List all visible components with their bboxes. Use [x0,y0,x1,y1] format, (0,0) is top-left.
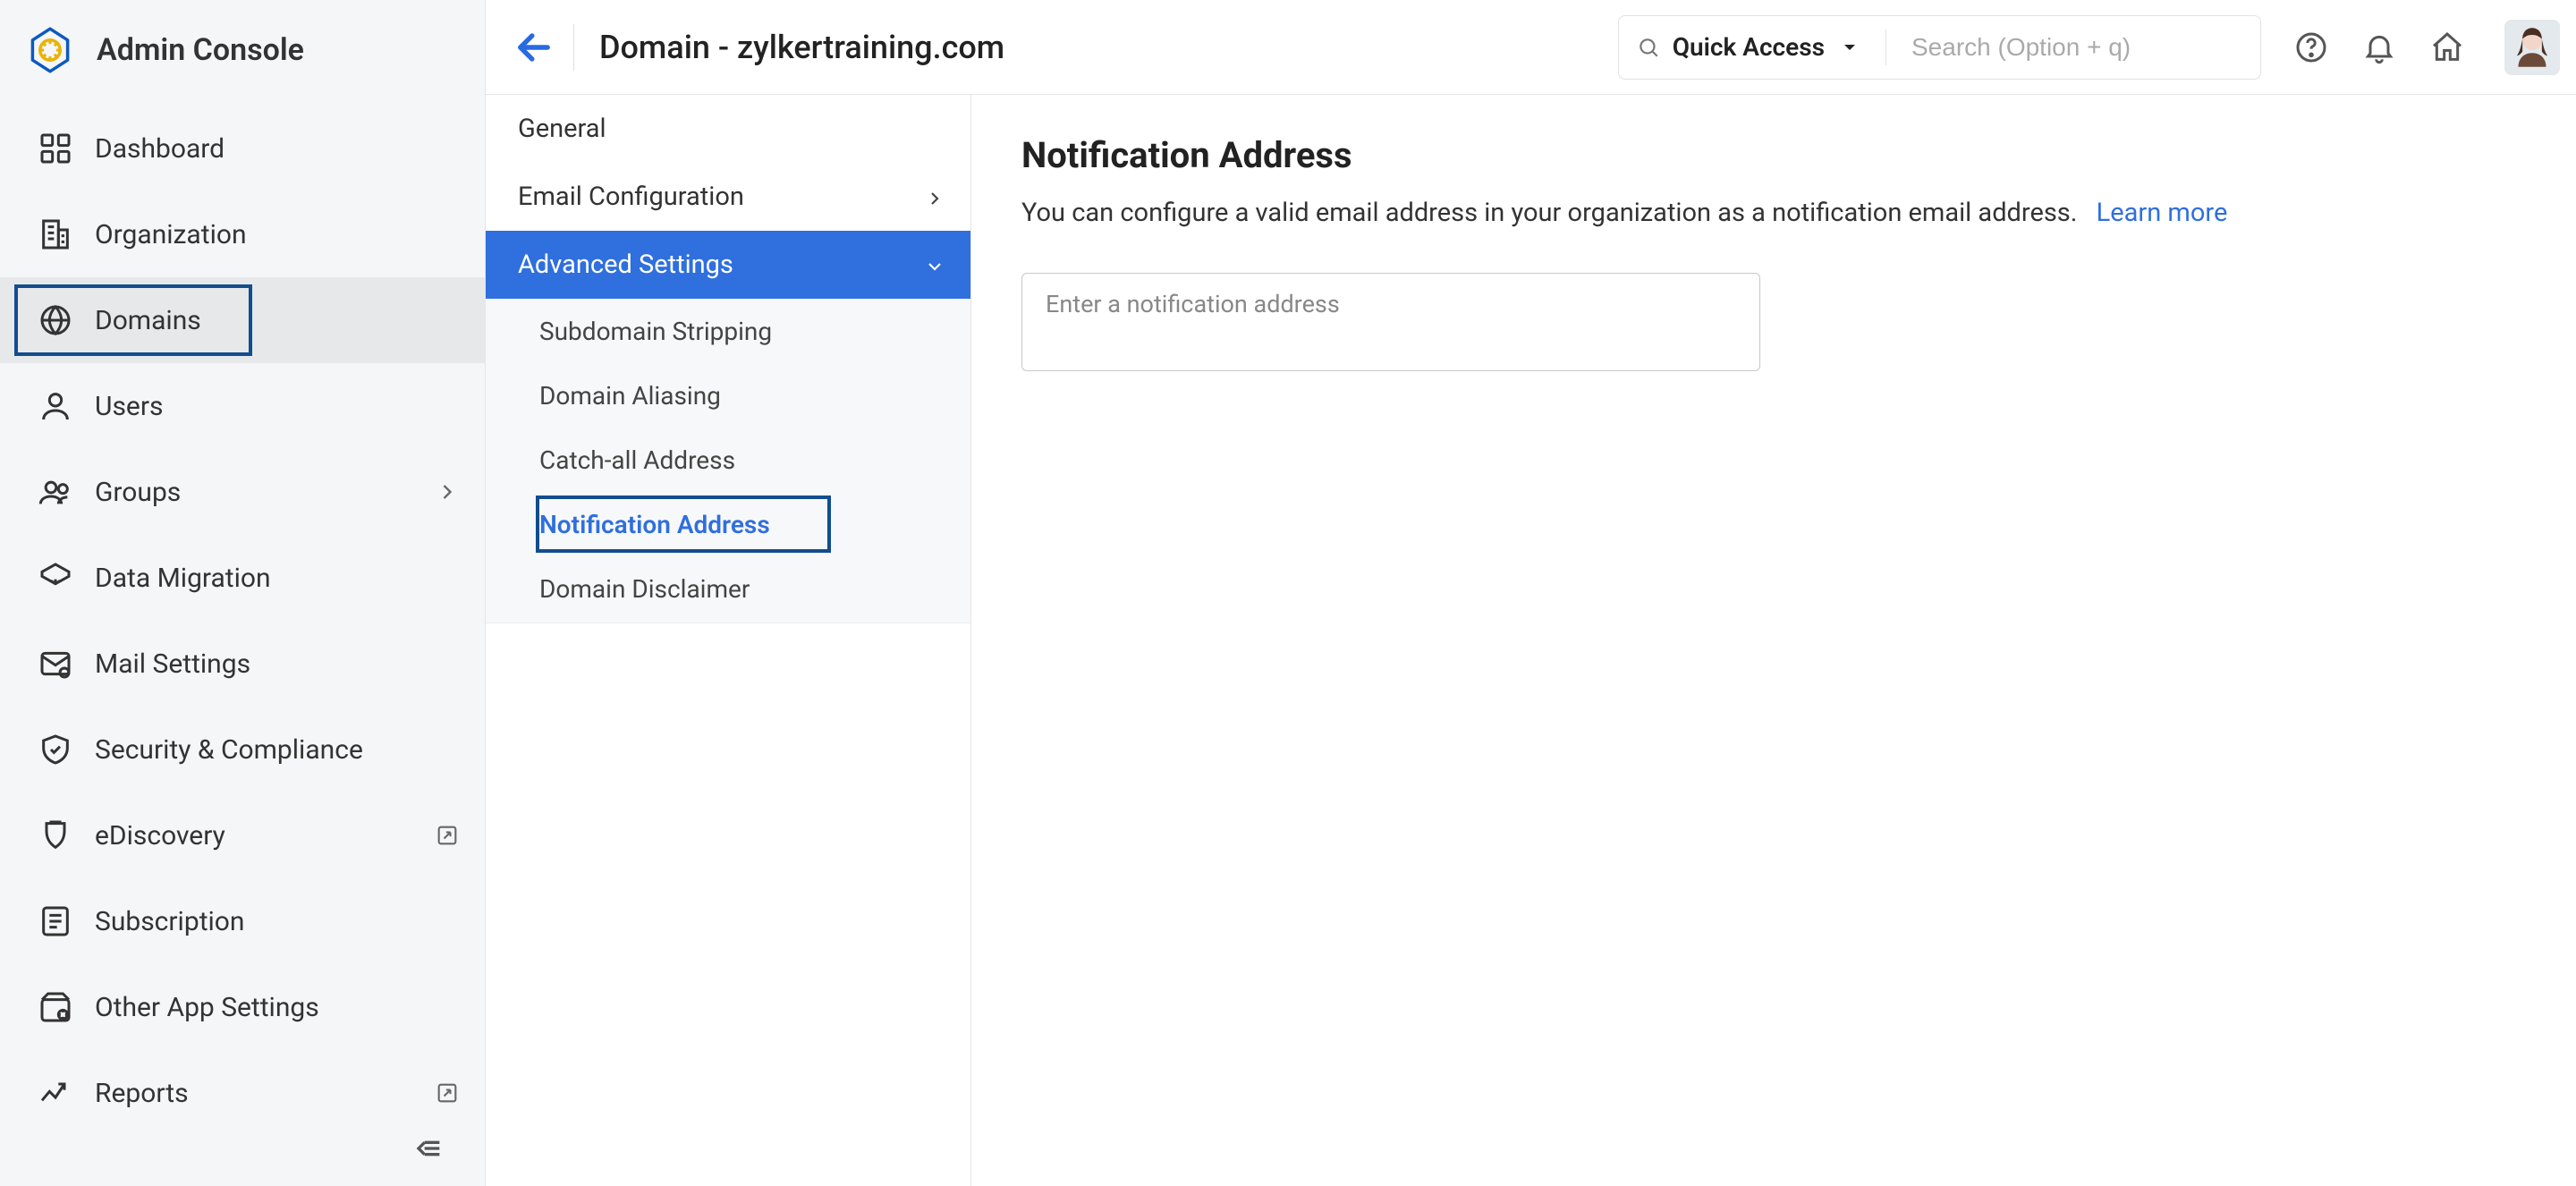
learn-more-link[interactable]: Learn more [2097,198,2228,228]
quick-search-bar: Quick Access [1618,15,2261,80]
app-title: Admin Console [97,32,304,68]
header-logo-row: Admin Console [0,0,485,106]
subnav-sub-catch-all-address[interactable]: Catch-all Address [486,428,970,492]
dashboard-icon [38,131,73,166]
reports-icon [38,1075,73,1111]
search-input[interactable] [1911,33,2242,62]
mail-settings-icon [38,646,73,682]
sidebar-item-organization[interactable]: Organization [0,191,485,277]
sidebar-item-label: Groups [95,477,413,508]
sidebar-item-label: eDiscovery [95,820,413,851]
notifications-button[interactable] [2361,30,2397,65]
notification-address-input[interactable] [1046,318,1736,347]
sidebar-item-groups[interactable]: Groups [0,449,485,535]
sidebar-item-users[interactable]: Users [0,363,485,449]
sidebar-nav: Dashboard Organization Domains Users Gro… [0,106,485,1136]
sidebar-item-mail-settings[interactable]: Mail Settings [0,621,485,707]
ediscovery-icon [38,817,73,853]
subnav-item-email-configuration[interactable]: Email Configuration [486,163,970,231]
user-avatar[interactable] [2504,20,2560,75]
sidebar-item-label: Security & Compliance [95,734,460,766]
subnav-label: Advanced Settings [518,250,733,280]
sidebar: Admin Console Dashboard Organization Dom… [0,0,486,1186]
divider [573,24,574,71]
migration-icon [38,560,73,596]
globe-icon [38,302,73,338]
sidebar-item-label: Mail Settings [95,648,460,680]
sidebar-item-ediscovery[interactable]: eDiscovery [0,792,485,878]
search-icon [1637,36,1660,59]
sidebar-item-reports[interactable]: Reports [0,1050,485,1136]
input-label: Enter a notification address [1046,290,1736,318]
external-link-icon [435,823,460,848]
subnav-sub-label: Notification Address [539,510,770,539]
subnav-label: Email Configuration [518,182,744,212]
subnav-sub-label: Subdomain Stripping [539,317,772,346]
settings-subnav: General Email Configuration Advanced Set… [486,95,971,1186]
caret-down-icon [1839,37,1860,58]
panel-description-text: You can configure a valid email address … [1021,198,2077,228]
subnav-label: General [518,114,606,144]
sidebar-item-other-app-settings[interactable]: Other App Settings [0,964,485,1050]
quick-access-dropdown[interactable]: Quick Access [1673,32,1825,62]
chevron-right-icon [435,479,460,504]
sidebar-item-label: Domains [95,305,460,336]
sidebar-item-label: Data Migration [95,563,460,594]
collapse-sidebar-button[interactable] [410,1131,445,1166]
sidebar-item-label: Users [95,391,460,422]
content-region: General Email Configuration Advanced Set… [486,95,2576,1186]
subnav-sub-label: Domain Disclaimer [539,574,750,604]
organization-icon [38,216,73,252]
subnav-item-advanced-settings[interactable]: Advanced Settings [486,231,970,299]
chevron-right-icon [924,186,945,208]
notification-address-field[interactable]: Enter a notification address [1021,273,1760,371]
subnav-sub-notification-address[interactable]: Notification Address [486,492,970,556]
sidebar-item-label: Other App Settings [95,992,460,1023]
sidebar-item-dashboard[interactable]: Dashboard [0,106,485,191]
panel-title: Notification Address [1021,134,2576,176]
sidebar-item-data-migration[interactable]: Data Migration [0,535,485,621]
advanced-settings-subgroup: Subdomain Stripping Domain Aliasing Catc… [486,299,970,623]
sidebar-item-label: Subscription [95,906,460,937]
shield-icon [38,732,73,767]
subnav-sub-label: Domain Aliasing [539,381,721,411]
sidebar-item-label: Organization [95,219,460,250]
divider [1885,30,1886,65]
subnav-sub-domain-disclaimer[interactable]: Domain Disclaimer [486,556,970,621]
subnav-sub-label: Catch-all Address [539,445,735,475]
home-button[interactable] [2429,30,2465,65]
groups-icon [38,474,73,510]
apps-icon [38,989,73,1025]
back-button[interactable] [511,24,557,71]
settings-panel: Notification Address You can configure a… [971,95,2576,1186]
sidebar-item-security[interactable]: Security & Compliance [0,707,485,792]
topbar: Domain - zylkertraining.com Quick Access [486,0,2576,95]
sidebar-item-label: Reports [95,1078,413,1109]
sidebar-item-subscription[interactable]: Subscription [0,878,485,964]
panel-description: You can configure a valid email address … [1021,198,2576,228]
external-link-icon [435,1080,460,1106]
sidebar-item-domains[interactable]: Domains [0,277,485,363]
help-button[interactable] [2293,30,2329,65]
chevron-down-icon [924,254,945,275]
main-region: Domain - zylkertraining.com Quick Access [486,0,2576,1186]
subnav-sub-domain-aliasing[interactable]: Domain Aliasing [486,363,970,428]
app-logo-icon [25,25,75,75]
user-icon [38,388,73,424]
page-title: Domain - zylkertraining.com [599,29,1004,66]
subnav-item-general[interactable]: General [486,95,970,163]
sidebar-item-label: Dashboard [95,133,460,165]
subnav-sub-subdomain-stripping[interactable]: Subdomain Stripping [486,299,970,363]
subscription-icon [38,903,73,939]
